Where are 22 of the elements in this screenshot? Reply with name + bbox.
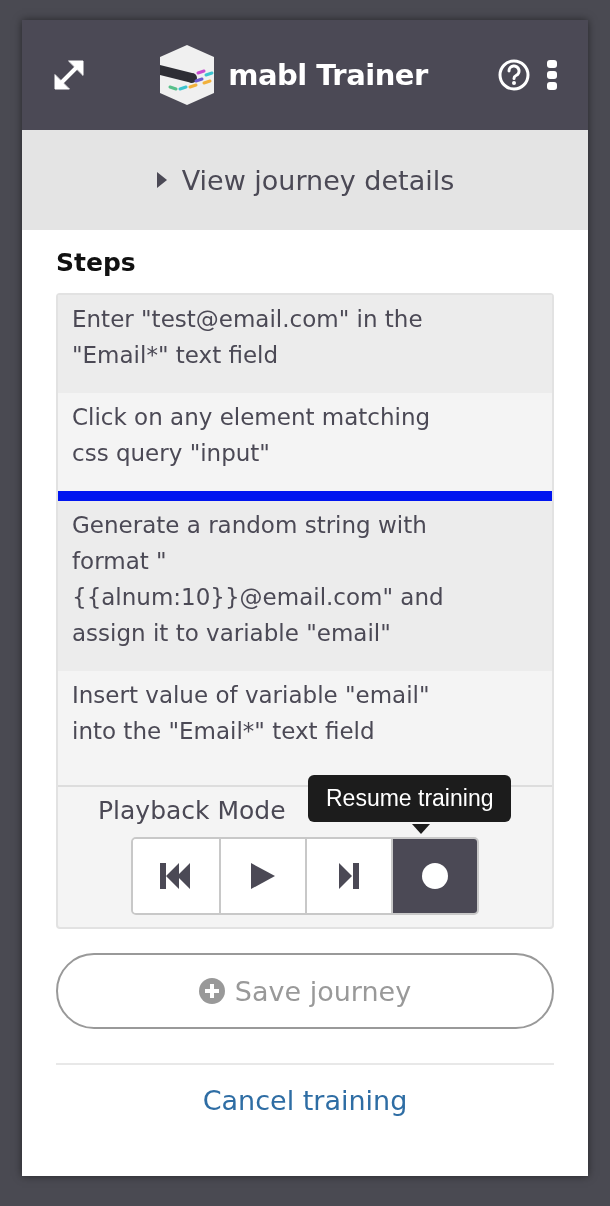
restart-button[interactable]	[133, 839, 219, 913]
help-icon[interactable]	[498, 59, 530, 91]
journey-details-toggle[interactable]: View journey details	[22, 130, 588, 230]
tooltip: Resume training	[308, 775, 512, 822]
step-forward-icon	[339, 863, 359, 889]
step-item[interactable]: Enter "test@email.com" in the "Email*" text field	[58, 295, 552, 393]
expand-icon[interactable]	[52, 58, 86, 92]
skip-back-icon	[160, 863, 192, 889]
play-icon	[251, 863, 275, 889]
playback-mode-label: Playback Mode	[98, 795, 286, 827]
caret-icon	[155, 171, 168, 189]
plus-circle-icon	[198, 978, 225, 1004]
record-button[interactable]	[391, 839, 477, 913]
steps-heading: Steps	[56, 248, 137, 277]
step-button[interactable]	[305, 839, 391, 913]
play-button[interactable]	[219, 839, 305, 913]
tooltip-arrow	[412, 824, 430, 834]
app-title: mabl Trainer	[228, 58, 428, 92]
record-icon	[421, 862, 449, 890]
step-item[interactable]: Generate a random string with format "{{alnum:10}}@email.com" and assign it to variable "email"	[58, 501, 552, 671]
more-icon[interactable]	[546, 59, 558, 91]
cancel-training-link[interactable]: Cancel training	[56, 1085, 554, 1116]
